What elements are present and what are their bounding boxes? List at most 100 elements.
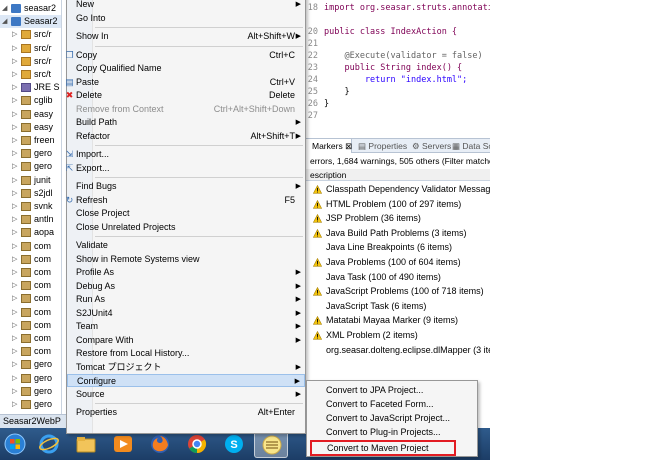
marker-category-row[interactable]: Matatabi Mayaa Marker (9 items) <box>300 314 490 327</box>
tree-item[interactable]: ▷ svnk <box>0 200 61 213</box>
submenu-item-convert-to-faceted-form[interactable]: Convert to Faceted Form... <box>307 398 477 411</box>
tree-item[interactable]: ▷ gero <box>0 358 61 371</box>
expand-arrow-icon[interactable]: ▷ <box>12 174 17 187</box>
menu-item-close-project[interactable]: Close Project <box>67 207 305 220</box>
marker-category-row[interactable]: Classpath Dependency Validator Message (… <box>300 183 490 196</box>
tree-item[interactable]: ▷ gero <box>0 160 61 173</box>
expand-arrow-icon[interactable]: ▷ <box>12 292 17 305</box>
menu-item-show-in-remote-systems-view[interactable]: Show in Remote Systems view <box>67 253 305 266</box>
marker-category-row[interactable]: Java Line Breakpoints (6 items) <box>300 241 490 254</box>
tree-item[interactable]: ▷ com <box>0 319 61 332</box>
expand-arrow-icon[interactable]: ▷ <box>12 372 17 385</box>
submenu-item-convert-to-plug-in-projects[interactable]: Convert to Plug-in Projects... <box>307 426 477 439</box>
menu-item-refresh[interactable]: Refresh F5 ↻ <box>66 194 305 207</box>
menu-item-s2junit4[interactable]: S2JUnit4 ▶ <box>67 307 305 320</box>
tree-item[interactable]: ▷ com <box>0 292 61 305</box>
menu-item-find-bugs[interactable]: Find Bugs ▶ <box>67 180 305 193</box>
expand-arrow-icon[interactable]: ▷ <box>12 266 17 279</box>
tree-item[interactable]: ▷ antln <box>0 213 61 226</box>
menu-item-run-as[interactable]: Run As ▶ <box>67 293 305 306</box>
tree-item[interactable]: ▷ easy <box>0 108 61 121</box>
tree-item[interactable]: ▷ src/r <box>0 55 61 68</box>
menu-item-import[interactable]: Import... ⇲ <box>66 148 305 161</box>
tree-item[interactable]: ▷ src/r <box>0 28 61 41</box>
marker-category-row[interactable]: HTML Problem (100 of 297 items) <box>300 198 490 211</box>
tree-item[interactable]: ▷ easy <box>0 121 61 134</box>
description-column-header[interactable]: escription <box>300 169 490 181</box>
expand-arrow-icon[interactable]: ▷ <box>12 134 17 147</box>
menu-item-source[interactable]: Source ▶ <box>67 388 305 401</box>
skype-icon[interactable]: S <box>217 430 251 458</box>
tree-item[interactable]: ▷ src/t <box>0 68 61 81</box>
marker-category-row[interactable]: org.seasar.dolteng.eclipse.dlMapper (3 i… <box>300 344 490 357</box>
expand-arrow-icon[interactable]: ▷ <box>12 226 17 239</box>
marker-category-row[interactable]: JavaScript Problems (100 of 718 items) <box>300 285 490 298</box>
expand-arrow-icon[interactable]: ▷ <box>12 28 17 41</box>
menu-item-export[interactable]: Export... ⇱ <box>66 162 305 175</box>
tab-properties[interactable]: ▤ Properties <box>358 139 407 153</box>
tab-markers[interactable]: Markers ⊠ <box>300 139 352 153</box>
close-icon[interactable]: ⊠ <box>345 141 352 151</box>
marker-category-row[interactable]: Java Build Path Problems (3 items) <box>300 227 490 240</box>
marker-category-row[interactable]: Java Problems (100 of 604 items) <box>300 256 490 269</box>
tree-item[interactable]: ▷ com <box>0 279 61 292</box>
menu-item-delete[interactable]: Delete Delete ✖ <box>66 89 305 102</box>
menu-item-profile-as[interactable]: Profile As ▶ <box>67 266 305 279</box>
expand-arrow-icon[interactable]: ▷ <box>12 121 17 134</box>
code-editor[interactable]: 18 20 21 22 23 24 25 26 27 import org.seasar.str… <box>300 0 490 135</box>
expand-arrow-icon[interactable]: ▷ <box>12 81 17 94</box>
menu-item-debug-as[interactable]: Debug As ▶ <box>67 280 305 293</box>
tree-item[interactable]: ▷ com <box>0 345 61 358</box>
menu-item-tomcat[interactable]: Tomcat プロジェクト ▶ <box>67 361 305 374</box>
marker-category-row[interactable]: JavaScript Task (6 items) <box>300 300 490 313</box>
submenu-item-convert-to-jpa-project[interactable]: Convert to JPA Project... <box>307 384 477 397</box>
menu-item-team[interactable]: Team ▶ <box>67 320 305 333</box>
tree-item[interactable]: ▷ com <box>0 332 61 345</box>
expand-arrow-icon[interactable]: ▷ <box>12 68 17 81</box>
tree-item[interactable]: ▷ s2jdl <box>0 187 61 200</box>
menu-item-copy[interactable]: Copy Ctrl+C ❐ <box>65 49 305 62</box>
tree-item[interactable]: ▷ cglib <box>0 94 61 107</box>
tree-item[interactable]: ◢ seasar2 <box>0 2 61 15</box>
menu-item-show-in[interactable]: Show In Alt+Shift+W ▶ <box>67 30 305 43</box>
expand-arrow-icon[interactable]: ▷ <box>12 253 17 266</box>
expand-arrow-icon[interactable]: ▷ <box>12 319 17 332</box>
expand-arrow-icon[interactable]: ▷ <box>12 55 17 68</box>
tree-item[interactable]: ▷ com <box>0 253 61 266</box>
expand-arrow-icon[interactable]: ▷ <box>12 345 17 358</box>
collapse-arrow-icon[interactable]: ◢ <box>2 2 7 15</box>
expand-arrow-icon[interactable]: ▷ <box>12 147 17 160</box>
menu-item-go-into[interactable]: Go Into <box>67 12 305 25</box>
menu-item-paste[interactable]: Paste Ctrl+V ▤ <box>65 76 305 89</box>
tree-item[interactable]: ▷ gero <box>0 385 61 398</box>
tree-item[interactable]: ▷ src/r <box>0 42 61 55</box>
media-player-icon[interactable] <box>106 430 140 458</box>
tree-item[interactable]: ▷ com <box>0 306 61 319</box>
tree-item[interactable]: ▷ gero <box>0 398 61 411</box>
expand-arrow-icon[interactable]: ▷ <box>12 306 17 319</box>
submenu-item-convert-to-javascript-project[interactable]: Convert to JavaScript Project... <box>307 412 477 425</box>
tab-servers[interactable]: ⚙ Servers <box>412 139 451 153</box>
expand-arrow-icon[interactable]: ▷ <box>12 42 17 55</box>
expand-arrow-icon[interactable]: ▷ <box>12 385 17 398</box>
tree-item[interactable]: ▷ gero <box>0 147 61 160</box>
eclipse-icon[interactable] <box>254 430 288 458</box>
menu-item-copy-qualified-name[interactable]: Copy Qualified Name <box>67 62 305 75</box>
internet-explorer-icon[interactable] <box>32 430 66 458</box>
expand-arrow-icon[interactable]: ▷ <box>12 240 17 253</box>
tree-item[interactable]: ▷ freen <box>0 134 61 147</box>
expand-arrow-icon[interactable]: ▷ <box>12 200 17 213</box>
menu-item-close-unrelated-projects[interactable]: Close Unrelated Projects <box>67 221 305 234</box>
menu-item-new[interactable]: New ▶ <box>67 0 305 11</box>
menu-item-compare-with[interactable]: Compare With ▶ <box>67 334 305 347</box>
expand-arrow-icon[interactable]: ▷ <box>12 108 17 121</box>
expand-arrow-icon[interactable]: ▷ <box>12 279 17 292</box>
firefox-icon[interactable] <box>143 430 177 458</box>
expand-arrow-icon[interactable]: ▷ <box>12 187 17 200</box>
menu-item-configure[interactable]: Configure ▶ <box>67 374 305 387</box>
collapse-arrow-icon[interactable]: ◢ <box>2 15 7 28</box>
file-explorer-icon[interactable] <box>69 430 103 458</box>
expand-arrow-icon[interactable]: ▷ <box>12 94 17 107</box>
expand-arrow-icon[interactable]: ▷ <box>12 332 17 345</box>
menu-item-properties[interactable]: Properties Alt+Enter <box>67 406 305 419</box>
